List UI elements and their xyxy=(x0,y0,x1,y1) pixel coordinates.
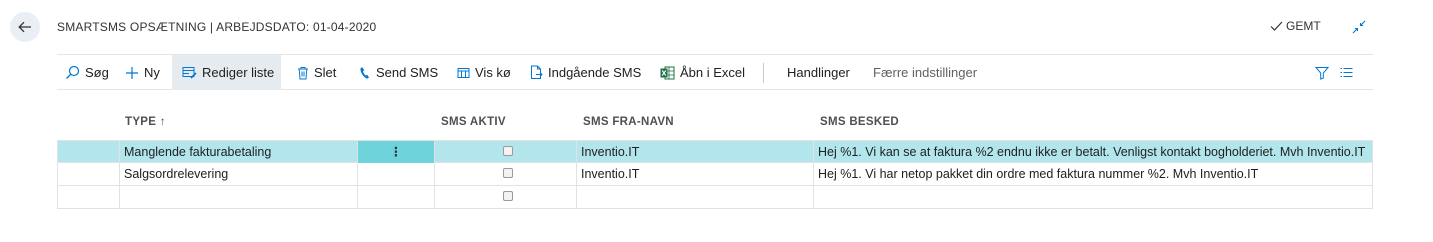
new-label: Ny xyxy=(144,65,160,80)
sms-active-cell[interactable] xyxy=(435,141,577,163)
action-bar: Søg Ny Rediger liste Slet Send SMS Vis k… xyxy=(57,54,1373,90)
plus-icon xyxy=(125,66,139,80)
table-row[interactable] xyxy=(57,186,1373,209)
type-cell[interactable]: Manglende fakturabetaling xyxy=(120,141,358,163)
send-sms-button[interactable]: Send SMS xyxy=(359,55,438,90)
list-view-button[interactable] xyxy=(1340,55,1353,90)
row-selector[interactable] xyxy=(57,186,120,208)
edit-list-label: Rediger liste xyxy=(202,65,275,80)
sms-active-checkbox[interactable] xyxy=(502,191,513,201)
trash-icon xyxy=(297,66,309,80)
row-menu-button[interactable]: ⋮ xyxy=(358,141,435,163)
search-label: Søg xyxy=(85,65,109,80)
sms-from-cell[interactable] xyxy=(577,186,814,208)
new-button[interactable]: Ny xyxy=(125,55,160,90)
incoming-sms-button[interactable]: Indgående SMS xyxy=(530,55,641,90)
type-cell[interactable]: Salgsordrelevering xyxy=(120,163,358,185)
row-selector[interactable] xyxy=(57,141,120,163)
open-excel-button[interactable]: Åbn i Excel xyxy=(660,55,745,90)
fewer-options-button[interactable]: Færre indstillinger xyxy=(873,55,977,90)
sms-from-cell[interactable]: Inventio.IT xyxy=(577,141,814,163)
table-row[interactable]: Manglende fakturabetaling ⋮ Inventio.IT … xyxy=(57,140,1373,163)
edit-list-button[interactable]: Rediger liste xyxy=(172,55,281,90)
delete-label: Slet xyxy=(314,65,337,80)
column-header-type[interactable]: TYPE ↑ xyxy=(125,116,166,128)
check-icon xyxy=(1270,21,1283,31)
page-title: SMARTSMS OPSÆTNING | ARBEJDSDATO: 01-04-… xyxy=(57,20,377,34)
collapse-icon xyxy=(1352,20,1366,34)
excel-icon xyxy=(660,66,675,80)
sms-active-checkbox[interactable] xyxy=(502,168,513,178)
sms-from-cell[interactable]: Inventio.IT xyxy=(577,163,814,185)
send-sms-label: Send SMS xyxy=(376,65,439,80)
list-view-icon xyxy=(1340,67,1353,78)
actions-menu-button[interactable]: Handlinger xyxy=(787,55,850,90)
column-header-sms-from[interactable]: SMS FRA-NAVN xyxy=(583,116,674,128)
table-row[interactable]: Salgsordrelevering Inventio.IT Hej %1. V… xyxy=(57,163,1373,186)
phone-icon xyxy=(359,66,371,80)
saved-status: GEMT xyxy=(1270,19,1321,33)
sms-message-cell[interactable]: Hej %1. Vi har netop pakket din ordre me… xyxy=(814,163,1373,185)
filter-icon xyxy=(1315,66,1329,80)
action-divider xyxy=(763,63,764,83)
filter-button[interactable] xyxy=(1315,55,1329,90)
back-button[interactable] xyxy=(10,12,40,42)
sms-active-checkbox[interactable] xyxy=(502,146,513,156)
search-button[interactable]: Søg xyxy=(65,55,109,90)
back-arrow-icon xyxy=(18,21,31,33)
column-header-sms-message[interactable]: SMS BESKED xyxy=(820,116,899,128)
sms-message-cell[interactable] xyxy=(814,186,1373,208)
row-menu-button[interactable] xyxy=(358,186,435,208)
type-cell[interactable] xyxy=(120,186,358,208)
table-body: Manglende fakturabetaling ⋮ Inventio.IT … xyxy=(57,140,1373,209)
incoming-doc-icon xyxy=(530,65,543,80)
saved-label: GEMT xyxy=(1286,19,1321,33)
fewer-options-label: Færre indstillinger xyxy=(873,65,978,80)
column-header-sms-active[interactable]: SMS AKTIV xyxy=(441,116,506,128)
sms-message-cell[interactable]: Hej %1. Vi kan se at faktura %2 endnu ik… xyxy=(814,141,1373,163)
open-excel-label: Åbn i Excel xyxy=(680,65,746,80)
actions-menu-label: Handlinger xyxy=(787,65,850,80)
delete-button[interactable]: Slet xyxy=(297,55,336,90)
row-menu-button[interactable] xyxy=(358,163,435,185)
search-icon xyxy=(65,65,80,80)
sms-active-cell[interactable] xyxy=(435,163,577,185)
queue-icon xyxy=(457,67,470,79)
edit-list-icon xyxy=(182,66,197,79)
show-queue-button[interactable]: Vis kø xyxy=(457,55,511,90)
show-queue-label: Vis kø xyxy=(475,65,511,80)
row-selector[interactable] xyxy=(57,163,120,185)
collapse-button[interactable] xyxy=(1350,18,1368,36)
incoming-sms-label: Indgående SMS xyxy=(548,65,642,80)
sms-active-cell[interactable] xyxy=(435,186,577,208)
